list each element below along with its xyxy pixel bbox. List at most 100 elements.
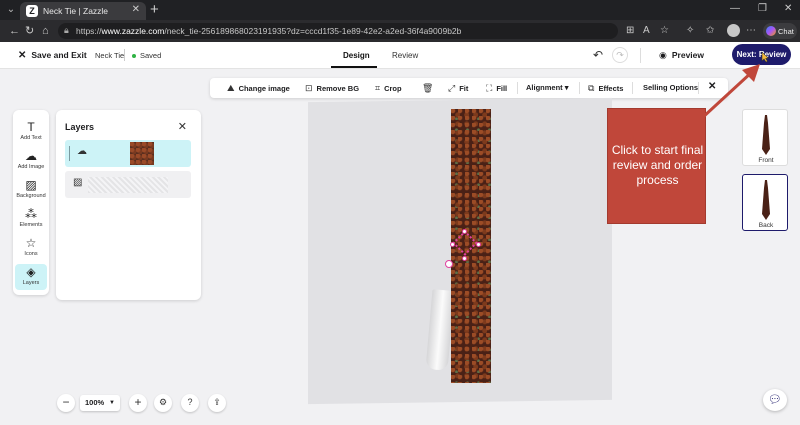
- active-tab-underline: [331, 66, 377, 68]
- drag-handle[interactable]: [69, 146, 70, 161]
- fit-icon: ⤢: [448, 83, 456, 93]
- layer-thumbnail: [130, 142, 154, 165]
- dropdown-arrow-icon: ▾: [564, 83, 569, 92]
- close-window-icon[interactable]: ✕: [784, 2, 792, 16]
- header-divider: [640, 48, 641, 63]
- tie-thumbnail: [762, 180, 770, 220]
- minimize-icon[interactable]: —: [730, 2, 740, 16]
- tab-design[interactable]: Design: [343, 51, 370, 60]
- background-button[interactable]: ▨ Background: [15, 177, 47, 203]
- support-chat-button[interactable]: 💬︎: [763, 389, 787, 411]
- maximize-icon[interactable]: ❐: [758, 2, 767, 16]
- elements-button[interactable]: ⁂ Elements: [15, 206, 47, 232]
- toolbar-divider: [579, 82, 580, 94]
- crop-button[interactable]: ⌗ Crop: [375, 83, 402, 94]
- layer-row-image[interactable]: ☁: [65, 140, 191, 167]
- app-header: ✕ Save and Exit Neck Tie Saved Design Rev…: [0, 42, 800, 69]
- trash-icon: 🗑︎: [422, 83, 434, 93]
- chevron-down-icon: ▼: [109, 400, 115, 406]
- new-tab-icon[interactable]: +: [150, 1, 159, 18]
- more-options-icon[interactable]: ⋯: [746, 24, 756, 38]
- share-button[interactable]: ⇪: [208, 394, 226, 412]
- lock-icon: 🔒︎: [64, 25, 69, 35]
- fill-icon: ⛶: [486, 83, 493, 93]
- layer-thumbnail: [88, 177, 168, 193]
- image-upload-icon: ☁: [25, 149, 37, 163]
- remove-bg-icon: ⊡: [305, 83, 313, 93]
- redo-icon[interactable]: ↷: [612, 47, 628, 63]
- undo-icon[interactable]: ↶: [593, 48, 603, 62]
- saved-status: Saved: [132, 51, 161, 60]
- layer-row-background[interactable]: ▨: [65, 171, 191, 198]
- home-icon[interactable]: ⌂: [42, 24, 49, 38]
- chat-label: Chat: [778, 27, 794, 36]
- view-back[interactable]: Back: [742, 174, 788, 231]
- profile-avatar[interactable]: [727, 24, 740, 37]
- back-icon[interactable]: ←: [9, 24, 20, 38]
- save-and-exit-button[interactable]: ✕ Save and Exit: [18, 50, 87, 61]
- url-text: https://www.zazzle.com/neck_tie-25618986…: [76, 26, 462, 36]
- reload-icon[interactable]: ↻: [25, 24, 34, 38]
- add-image-button[interactable]: ☁ Add Image: [15, 148, 47, 174]
- mouse-cursor-icon: [761, 51, 770, 63]
- product-name: Neck Tie: [95, 51, 125, 60]
- view-label: Front: [758, 157, 774, 164]
- favorite-icon[interactable]: ☆: [660, 24, 669, 38]
- add-text-button[interactable]: T Add Text: [15, 119, 47, 145]
- tab-review[interactable]: Review: [392, 51, 418, 60]
- icons-button[interactable]: ☆ Icons: [15, 235, 47, 261]
- zoom-in-button[interactable]: +: [129, 394, 147, 412]
- extensions-icon[interactable]: ✧: [686, 24, 694, 38]
- text-icon: T: [27, 120, 35, 134]
- callout-text: Click to start final review and order pr…: [611, 143, 704, 187]
- toolbar-divider: [632, 82, 633, 94]
- settings-button[interactable]: ⚙: [154, 394, 172, 412]
- layers-icon: ◈: [26, 265, 36, 279]
- fill-button[interactable]: ⛶ Fill: [486, 83, 507, 94]
- tab-close-icon[interactable]: ✕: [132, 4, 140, 15]
- tab-menu-icon[interactable]: ⌄: [4, 3, 18, 17]
- favorites-bar-icon[interactable]: ✩: [706, 24, 714, 38]
- resize-handle[interactable]: [462, 229, 467, 234]
- toolbar-divider: [517, 82, 518, 94]
- effects-button[interactable]: ⧉ Effects: [588, 83, 623, 94]
- close-icon: ✕: [18, 50, 27, 61]
- alignment-dropdown[interactable]: Alignment ▾: [526, 83, 569, 92]
- star-icon: ☆: [25, 236, 37, 250]
- fit-button[interactable]: ⤢ Fit: [448, 83, 468, 94]
- tie-thumbnail: [762, 115, 770, 155]
- layers-title: Layers: [65, 122, 95, 132]
- delete-button[interactable]: 🗑︎: [422, 83, 437, 94]
- url-input[interactable]: 🔒︎ https://www.zazzle.com/neck_tie-25618…: [58, 23, 618, 39]
- read-aloud-icon[interactable]: A: [643, 24, 650, 38]
- translate-icon[interactable]: ⊞: [626, 24, 634, 38]
- saved-dot-icon: [132, 54, 136, 59]
- rotate-handle[interactable]: [445, 260, 453, 268]
- gear-icon: ⚙: [158, 397, 168, 407]
- view-label: Back: [758, 222, 774, 229]
- zoom-out-button[interactable]: −: [57, 394, 75, 412]
- address-bar-row: ← ↻ ⌂ 🔒︎ https://www.zazzle.com/neck_tie…: [0, 20, 800, 42]
- resize-handle[interactable]: [462, 256, 467, 261]
- image-layer-icon: ☁: [77, 146, 87, 157]
- resize-handle[interactable]: [476, 242, 481, 247]
- change-image-button[interactable]: ⛰ Change image: [227, 83, 290, 94]
- share-icon: ⇪: [213, 397, 221, 407]
- browser-tab-bar: ⌄ Z Neck Tie | Zazzle ✕ + — ❐ ✕: [0, 0, 800, 20]
- browser-tab[interactable]: Z Neck Tie | Zazzle ✕: [20, 2, 146, 20]
- eye-icon: ◉: [659, 50, 667, 60]
- effects-icon: ⧉: [588, 83, 595, 93]
- copilot-icon: [766, 26, 776, 36]
- image-toolbar: ⛰ Change image ⊡ Remove BG ⌗ Crop 🗑︎ ⤢ Fit ⛶…: [210, 78, 728, 98]
- remove-bg-button[interactable]: ⊡ Remove BG: [305, 83, 359, 94]
- view-front[interactable]: Front: [742, 109, 788, 166]
- layers-button[interactable]: ◈ Layers: [15, 264, 47, 290]
- copilot-chat-button[interactable]: Chat: [763, 23, 797, 39]
- left-tool-rail: T Add Text ☁ Add Image ▨ Background ⁂ Elemen…: [13, 110, 49, 295]
- resize-handle[interactable]: [450, 242, 455, 247]
- help-button[interactable]: ?: [181, 394, 199, 412]
- zoom-select[interactable]: 100% ▼: [80, 395, 120, 411]
- elements-icon: ⁂: [25, 207, 37, 221]
- close-layers-icon[interactable]: ✕: [178, 120, 187, 133]
- layers-panel: Layers ✕ ☁ ▨: [56, 110, 201, 300]
